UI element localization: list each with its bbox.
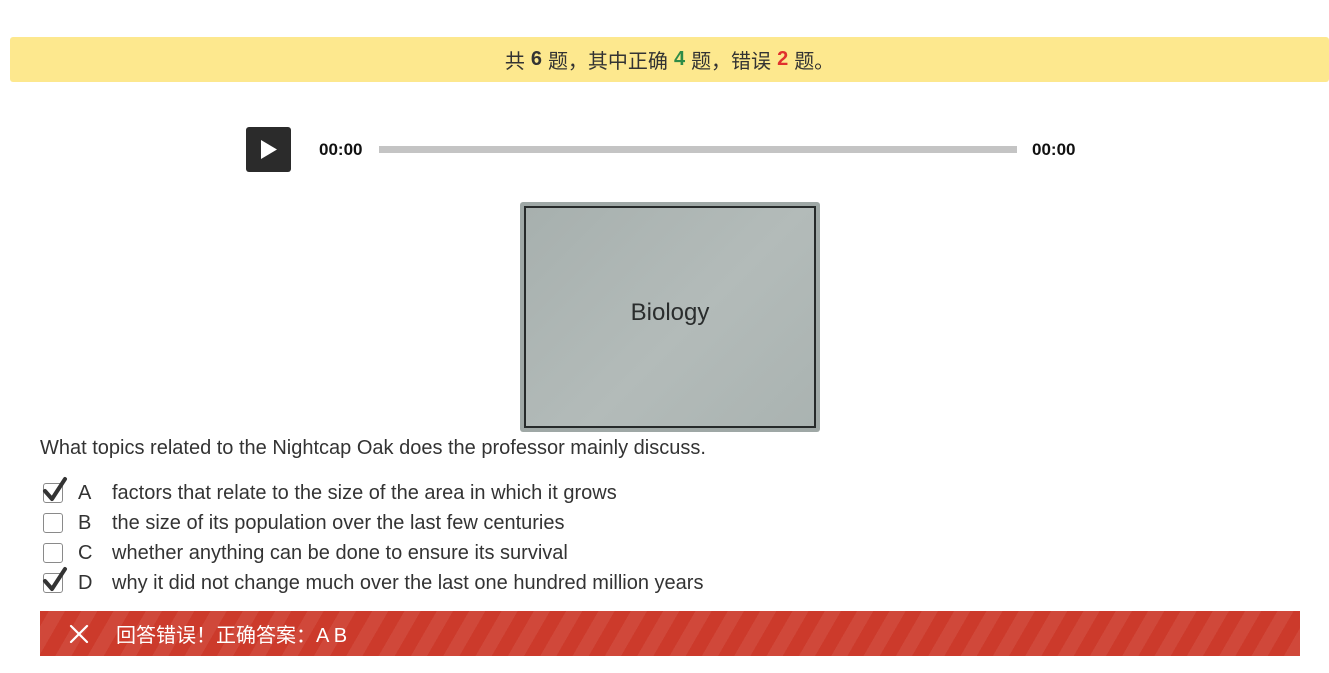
summary-correct-count: 4 bbox=[673, 48, 686, 70]
score-summary-banner: 共 6 题，其中正确 4 题，错误 2 题。 bbox=[10, 37, 1329, 82]
audio-progress-bar[interactable] bbox=[379, 146, 1017, 153]
option-d-checkbox[interactable] bbox=[43, 567, 67, 593]
summary-suffix: 题。 bbox=[794, 51, 835, 73]
option-d-letter: D bbox=[78, 571, 93, 594]
option-b-checkbox[interactable] bbox=[43, 513, 63, 533]
option-b-text: the size of its population over the last… bbox=[112, 511, 565, 534]
option-c-letter: C bbox=[78, 541, 93, 564]
checkmark-icon bbox=[43, 477, 67, 501]
answer-options: A factors that relate to the size of the… bbox=[40, 477, 704, 598]
summary-middle-text: 题，其中正确 bbox=[547, 51, 668, 73]
slide-title: Biology bbox=[630, 299, 710, 326]
summary-prefix: 共 bbox=[504, 51, 525, 73]
option-c[interactable]: C whether anything can be done to ensure… bbox=[40, 538, 703, 568]
summary-middle-text-2: 题，错误 bbox=[691, 51, 772, 73]
option-a-checkbox[interactable] bbox=[43, 477, 67, 503]
answer-result-banner: 回答错误！正确答案：A B bbox=[40, 611, 1300, 656]
option-b-letter: B bbox=[78, 511, 92, 534]
option-a[interactable]: A factors that relate to the size of the… bbox=[40, 477, 703, 508]
checkmark-icon bbox=[43, 567, 67, 591]
lecture-slide-image: Biology bbox=[520, 202, 820, 432]
option-c-checkbox[interactable] bbox=[43, 543, 63, 563]
current-time: 00:00 bbox=[319, 140, 363, 159]
summary-total-count: 6 bbox=[530, 48, 542, 70]
question-text: What topics related to the Nightcap Oak … bbox=[40, 437, 706, 459]
option-d[interactable]: D why it did not change much over the la… bbox=[40, 567, 704, 598]
option-a-letter: A bbox=[78, 481, 92, 504]
slide-frame: Biology bbox=[524, 206, 816, 428]
option-c-text: whether anything can be done to ensure i… bbox=[112, 541, 568, 564]
option-a-text: factors that relate to the size of the a… bbox=[112, 481, 617, 504]
option-b[interactable]: B the size of its population over the la… bbox=[40, 508, 703, 538]
option-d-text: why it did not change much over the last… bbox=[112, 571, 704, 594]
close-icon bbox=[69, 624, 89, 643]
audio-player: 00:00 00:00 bbox=[246, 127, 1086, 172]
total-time: 00:00 bbox=[1032, 140, 1076, 159]
summary-wrong-count: 2 bbox=[777, 48, 789, 70]
result-message: 回答错误！正确答案：A B bbox=[116, 625, 348, 647]
play-icon bbox=[261, 140, 277, 159]
play-button[interactable] bbox=[246, 127, 291, 172]
